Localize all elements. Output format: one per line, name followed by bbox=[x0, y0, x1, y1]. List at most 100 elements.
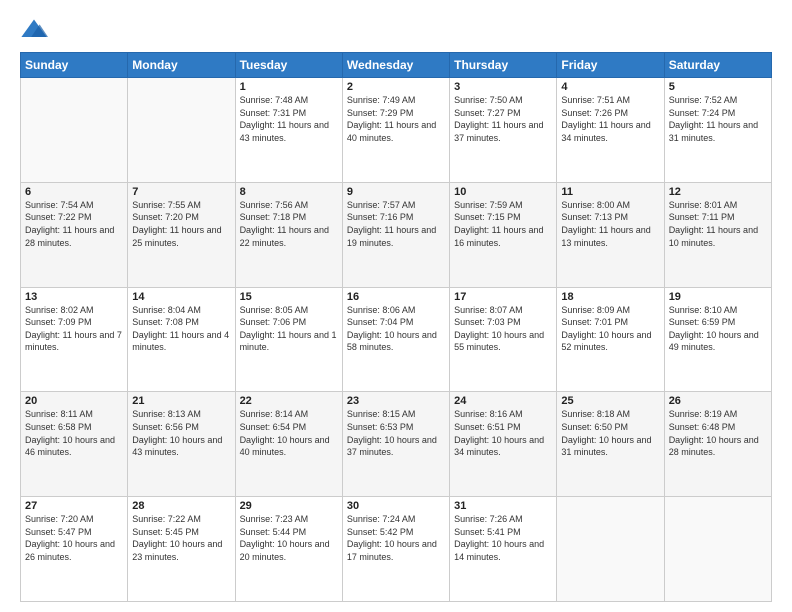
day-info: Sunrise: 7:22 AM Sunset: 5:45 PM Dayligh… bbox=[132, 513, 230, 563]
day-number: 28 bbox=[132, 500, 230, 512]
col-header-thursday: Thursday bbox=[450, 53, 557, 78]
day-number: 22 bbox=[240, 395, 338, 407]
day-number: 10 bbox=[454, 186, 552, 198]
calendar-cell bbox=[128, 78, 235, 183]
day-number: 8 bbox=[240, 186, 338, 198]
day-number: 4 bbox=[561, 81, 659, 93]
day-number: 15 bbox=[240, 291, 338, 303]
day-info: Sunrise: 7:20 AM Sunset: 5:47 PM Dayligh… bbox=[25, 513, 123, 563]
day-number: 23 bbox=[347, 395, 445, 407]
day-info: Sunrise: 7:55 AM Sunset: 7:20 PM Dayligh… bbox=[132, 199, 230, 249]
calendar-cell: 22Sunrise: 8:14 AM Sunset: 6:54 PM Dayli… bbox=[235, 392, 342, 497]
calendar-cell: 20Sunrise: 8:11 AM Sunset: 6:58 PM Dayli… bbox=[21, 392, 128, 497]
col-header-monday: Monday bbox=[128, 53, 235, 78]
day-info: Sunrise: 7:52 AM Sunset: 7:24 PM Dayligh… bbox=[669, 94, 767, 144]
day-info: Sunrise: 8:05 AM Sunset: 7:06 PM Dayligh… bbox=[240, 304, 338, 354]
col-header-sunday: Sunday bbox=[21, 53, 128, 78]
day-info: Sunrise: 8:09 AM Sunset: 7:01 PM Dayligh… bbox=[561, 304, 659, 354]
calendar-cell: 5Sunrise: 7:52 AM Sunset: 7:24 PM Daylig… bbox=[664, 78, 771, 183]
calendar-cell: 26Sunrise: 8:19 AM Sunset: 6:48 PM Dayli… bbox=[664, 392, 771, 497]
col-header-saturday: Saturday bbox=[664, 53, 771, 78]
calendar-cell bbox=[557, 497, 664, 602]
day-info: Sunrise: 8:16 AM Sunset: 6:51 PM Dayligh… bbox=[454, 408, 552, 458]
day-number: 6 bbox=[25, 186, 123, 198]
day-info: Sunrise: 8:15 AM Sunset: 6:53 PM Dayligh… bbox=[347, 408, 445, 458]
col-header-tuesday: Tuesday bbox=[235, 53, 342, 78]
calendar-cell: 1Sunrise: 7:48 AM Sunset: 7:31 PM Daylig… bbox=[235, 78, 342, 183]
day-number: 27 bbox=[25, 500, 123, 512]
day-info: Sunrise: 7:59 AM Sunset: 7:15 PM Dayligh… bbox=[454, 199, 552, 249]
calendar-cell: 2Sunrise: 7:49 AM Sunset: 7:29 PM Daylig… bbox=[342, 78, 449, 183]
col-header-friday: Friday bbox=[557, 53, 664, 78]
calendar-cell: 9Sunrise: 7:57 AM Sunset: 7:16 PM Daylig… bbox=[342, 182, 449, 287]
day-number: 11 bbox=[561, 186, 659, 198]
calendar-cell: 14Sunrise: 8:04 AM Sunset: 7:08 PM Dayli… bbox=[128, 287, 235, 392]
day-info: Sunrise: 7:49 AM Sunset: 7:29 PM Dayligh… bbox=[347, 94, 445, 144]
calendar-cell: 17Sunrise: 8:07 AM Sunset: 7:03 PM Dayli… bbox=[450, 287, 557, 392]
calendar-cell: 8Sunrise: 7:56 AM Sunset: 7:18 PM Daylig… bbox=[235, 182, 342, 287]
calendar-cell: 7Sunrise: 7:55 AM Sunset: 7:20 PM Daylig… bbox=[128, 182, 235, 287]
day-number: 5 bbox=[669, 81, 767, 93]
calendar-cell: 12Sunrise: 8:01 AM Sunset: 7:11 PM Dayli… bbox=[664, 182, 771, 287]
calendar-cell: 3Sunrise: 7:50 AM Sunset: 7:27 PM Daylig… bbox=[450, 78, 557, 183]
day-number: 3 bbox=[454, 81, 552, 93]
day-number: 13 bbox=[25, 291, 123, 303]
day-info: Sunrise: 7:57 AM Sunset: 7:16 PM Dayligh… bbox=[347, 199, 445, 249]
day-info: Sunrise: 7:23 AM Sunset: 5:44 PM Dayligh… bbox=[240, 513, 338, 563]
calendar-cell: 24Sunrise: 8:16 AM Sunset: 6:51 PM Dayli… bbox=[450, 392, 557, 497]
day-number: 18 bbox=[561, 291, 659, 303]
day-info: Sunrise: 8:11 AM Sunset: 6:58 PM Dayligh… bbox=[25, 408, 123, 458]
calendar-cell: 31Sunrise: 7:26 AM Sunset: 5:41 PM Dayli… bbox=[450, 497, 557, 602]
calendar-header-row: SundayMondayTuesdayWednesdayThursdayFrid… bbox=[21, 53, 772, 78]
day-info: Sunrise: 7:51 AM Sunset: 7:26 PM Dayligh… bbox=[561, 94, 659, 144]
calendar-cell: 11Sunrise: 8:00 AM Sunset: 7:13 PM Dayli… bbox=[557, 182, 664, 287]
calendar-table: SundayMondayTuesdayWednesdayThursdayFrid… bbox=[20, 52, 772, 602]
day-number: 31 bbox=[454, 500, 552, 512]
calendar-cell: 13Sunrise: 8:02 AM Sunset: 7:09 PM Dayli… bbox=[21, 287, 128, 392]
calendar-cell: 10Sunrise: 7:59 AM Sunset: 7:15 PM Dayli… bbox=[450, 182, 557, 287]
day-number: 24 bbox=[454, 395, 552, 407]
day-number: 12 bbox=[669, 186, 767, 198]
logo bbox=[20, 16, 52, 44]
calendar-cell bbox=[664, 497, 771, 602]
calendar-cell: 29Sunrise: 7:23 AM Sunset: 5:44 PM Dayli… bbox=[235, 497, 342, 602]
day-info: Sunrise: 8:19 AM Sunset: 6:48 PM Dayligh… bbox=[669, 408, 767, 458]
calendar-cell bbox=[21, 78, 128, 183]
calendar-cell: 4Sunrise: 7:51 AM Sunset: 7:26 PM Daylig… bbox=[557, 78, 664, 183]
calendar-cell: 18Sunrise: 8:09 AM Sunset: 7:01 PM Dayli… bbox=[557, 287, 664, 392]
day-info: Sunrise: 8:06 AM Sunset: 7:04 PM Dayligh… bbox=[347, 304, 445, 354]
calendar-cell: 6Sunrise: 7:54 AM Sunset: 7:22 PM Daylig… bbox=[21, 182, 128, 287]
day-info: Sunrise: 8:01 AM Sunset: 7:11 PM Dayligh… bbox=[669, 199, 767, 249]
day-info: Sunrise: 8:02 AM Sunset: 7:09 PM Dayligh… bbox=[25, 304, 123, 354]
calendar-cell: 16Sunrise: 8:06 AM Sunset: 7:04 PM Dayli… bbox=[342, 287, 449, 392]
day-number: 25 bbox=[561, 395, 659, 407]
day-info: Sunrise: 8:18 AM Sunset: 6:50 PM Dayligh… bbox=[561, 408, 659, 458]
day-info: Sunrise: 8:13 AM Sunset: 6:56 PM Dayligh… bbox=[132, 408, 230, 458]
calendar-week-row: 1Sunrise: 7:48 AM Sunset: 7:31 PM Daylig… bbox=[21, 78, 772, 183]
day-number: 7 bbox=[132, 186, 230, 198]
day-number: 20 bbox=[25, 395, 123, 407]
calendar-cell: 28Sunrise: 7:22 AM Sunset: 5:45 PM Dayli… bbox=[128, 497, 235, 602]
page: SundayMondayTuesdayWednesdayThursdayFrid… bbox=[0, 0, 792, 612]
day-info: Sunrise: 7:24 AM Sunset: 5:42 PM Dayligh… bbox=[347, 513, 445, 563]
calendar-week-row: 27Sunrise: 7:20 AM Sunset: 5:47 PM Dayli… bbox=[21, 497, 772, 602]
day-number: 9 bbox=[347, 186, 445, 198]
day-number: 26 bbox=[669, 395, 767, 407]
calendar-week-row: 20Sunrise: 8:11 AM Sunset: 6:58 PM Dayli… bbox=[21, 392, 772, 497]
calendar-week-row: 13Sunrise: 8:02 AM Sunset: 7:09 PM Dayli… bbox=[21, 287, 772, 392]
day-info: Sunrise: 7:54 AM Sunset: 7:22 PM Dayligh… bbox=[25, 199, 123, 249]
day-number: 2 bbox=[347, 81, 445, 93]
col-header-wednesday: Wednesday bbox=[342, 53, 449, 78]
day-number: 14 bbox=[132, 291, 230, 303]
calendar-week-row: 6Sunrise: 7:54 AM Sunset: 7:22 PM Daylig… bbox=[21, 182, 772, 287]
logo-icon bbox=[20, 16, 48, 44]
calendar-cell: 25Sunrise: 8:18 AM Sunset: 6:50 PM Dayli… bbox=[557, 392, 664, 497]
day-info: Sunrise: 8:14 AM Sunset: 6:54 PM Dayligh… bbox=[240, 408, 338, 458]
day-info: Sunrise: 7:48 AM Sunset: 7:31 PM Dayligh… bbox=[240, 94, 338, 144]
calendar-cell: 27Sunrise: 7:20 AM Sunset: 5:47 PM Dayli… bbox=[21, 497, 128, 602]
day-info: Sunrise: 8:00 AM Sunset: 7:13 PM Dayligh… bbox=[561, 199, 659, 249]
day-number: 1 bbox=[240, 81, 338, 93]
day-info: Sunrise: 8:07 AM Sunset: 7:03 PM Dayligh… bbox=[454, 304, 552, 354]
day-number: 21 bbox=[132, 395, 230, 407]
day-number: 29 bbox=[240, 500, 338, 512]
